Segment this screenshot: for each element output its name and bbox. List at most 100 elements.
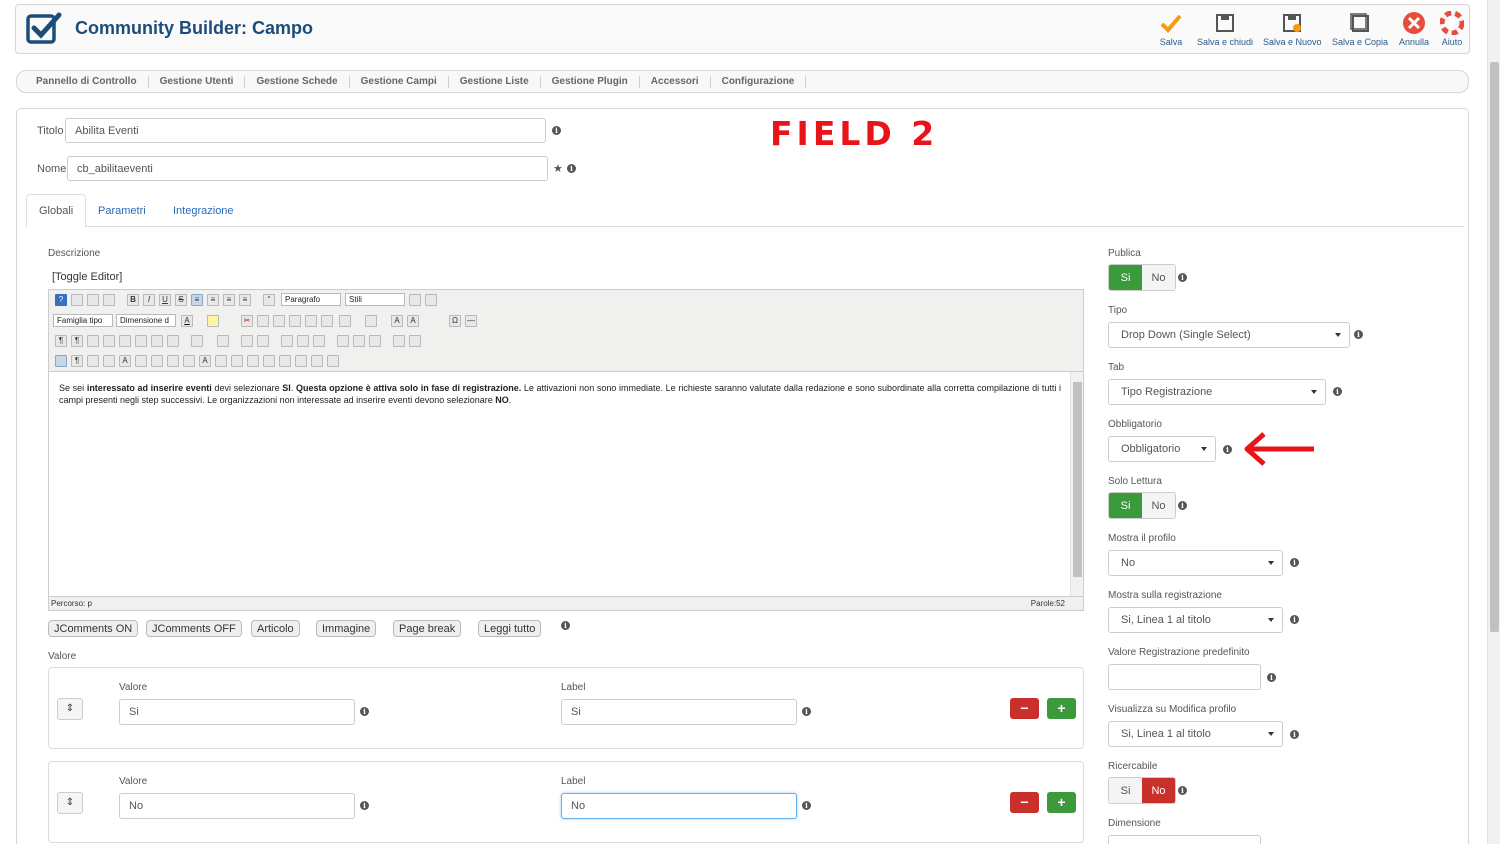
valore-input[interactable]: No bbox=[119, 793, 355, 819]
toggle-si[interactable]: Si bbox=[1109, 493, 1142, 518]
help-button[interactable]: Aiuto bbox=[1440, 11, 1464, 47]
article-button[interactable]: Articolo bbox=[251, 620, 300, 637]
abbr-icon[interactable] bbox=[135, 355, 147, 367]
save-new-button[interactable]: Salva e Nuovo bbox=[1263, 11, 1322, 47]
insert-file-icon[interactable] bbox=[87, 355, 99, 367]
add-row-button[interactable]: + bbox=[1047, 698, 1076, 719]
attribs-icon[interactable] bbox=[215, 355, 227, 367]
move-icon[interactable] bbox=[247, 355, 259, 367]
col-remove-icon[interactable] bbox=[369, 335, 381, 347]
nav-item-campi[interactable]: Gestione Campi bbox=[350, 75, 449, 88]
sort-handle-icon[interactable]: ⇕ bbox=[57, 698, 83, 720]
nav-item-plugin[interactable]: Gestione Plugin bbox=[541, 75, 640, 88]
split-cells-icon[interactable] bbox=[393, 335, 405, 347]
toggle-si[interactable]: Si bbox=[1109, 265, 1142, 290]
col-before-icon[interactable] bbox=[337, 335, 349, 347]
image-button[interactable]: Immagine bbox=[316, 620, 377, 637]
nav-item-configurazione[interactable]: Configurazione bbox=[711, 75, 807, 88]
nav-item-accessori[interactable]: Accessori bbox=[640, 75, 711, 88]
remove-row-button[interactable]: − bbox=[1010, 792, 1039, 813]
paste-word-icon[interactable] bbox=[305, 315, 317, 327]
publica-toggle[interactable]: Si No bbox=[1108, 264, 1176, 291]
dimensione-input[interactable] bbox=[1108, 835, 1261, 844]
row-before-icon[interactable] bbox=[281, 335, 293, 347]
acronym-icon[interactable] bbox=[151, 355, 163, 367]
form-icon[interactable] bbox=[103, 355, 115, 367]
page-scrollbar[interactable] bbox=[1487, 0, 1500, 844]
ricercabile-toggle[interactable]: Si No bbox=[1108, 777, 1176, 804]
cancel-button[interactable]: Annulla bbox=[1399, 11, 1429, 47]
toggle-si[interactable]: Si bbox=[1109, 778, 1142, 803]
jcomments-off-button[interactable]: JComments OFF bbox=[146, 620, 242, 637]
font-size-select[interactable]: Dimensione d bbox=[116, 314, 176, 327]
italic-icon[interactable]: I bbox=[143, 294, 155, 306]
brush-icon[interactable] bbox=[425, 294, 437, 306]
row-delete-icon[interactable] bbox=[257, 335, 269, 347]
nav-item-schede[interactable]: Gestione Schede bbox=[245, 75, 350, 88]
obbligatorio-select[interactable]: Obbligatorio bbox=[1108, 436, 1216, 462]
ltr-icon[interactable]: ¶ bbox=[55, 335, 67, 347]
align-center-icon[interactable]: ≡ bbox=[207, 294, 219, 306]
tab-select[interactable]: Tipo Registrazione bbox=[1108, 379, 1326, 405]
preview-icon[interactable] bbox=[103, 335, 115, 347]
highlight-icon[interactable] bbox=[207, 315, 219, 327]
visual-aid-icon[interactable] bbox=[55, 355, 67, 367]
template-icon[interactable] bbox=[119, 335, 131, 347]
editor-scrollbar[interactable] bbox=[1070, 372, 1083, 597]
redo-icon[interactable] bbox=[103, 294, 115, 306]
nome-input[interactable]: cb_abilitaeventi bbox=[67, 156, 548, 181]
align-justify-icon[interactable]: ≡ bbox=[239, 294, 251, 306]
toggle-no[interactable]: No bbox=[1142, 493, 1175, 518]
undo-icon[interactable] bbox=[87, 294, 99, 306]
superscript-icon[interactable]: A bbox=[407, 315, 419, 327]
rtl-icon[interactable]: ¶ bbox=[71, 335, 83, 347]
nav-item-utenti[interactable]: Gestione Utenti bbox=[149, 75, 246, 88]
bullet-list-icon[interactable] bbox=[365, 315, 377, 327]
find-icon[interactable] bbox=[151, 335, 163, 347]
replace-icon[interactable] bbox=[167, 335, 179, 347]
label-input[interactable]: Si bbox=[561, 699, 797, 725]
label-input[interactable]: No bbox=[561, 793, 797, 819]
media-icon[interactable] bbox=[295, 355, 307, 367]
cite-icon[interactable]: A bbox=[199, 355, 211, 367]
new-document-icon[interactable] bbox=[71, 294, 83, 306]
format-select[interactable]: Paragrafo bbox=[281, 293, 341, 306]
page-break-button[interactable]: Page break bbox=[393, 620, 462, 637]
nav-item-pannello[interactable]: Pannello di Controllo bbox=[25, 75, 149, 88]
styleprops-icon[interactable]: A bbox=[119, 355, 131, 367]
tab-globali[interactable]: Globali bbox=[26, 194, 87, 228]
omega-icon[interactable]: Ω bbox=[449, 315, 461, 327]
save-button[interactable]: Salva bbox=[1159, 11, 1183, 47]
scrollbar-thumb[interactable] bbox=[1490, 62, 1499, 632]
editor-content[interactable]: Se sei interessato ad inserire eventi de… bbox=[59, 382, 1061, 406]
image-icon[interactable] bbox=[279, 355, 291, 367]
underline-icon[interactable]: U bbox=[159, 294, 171, 306]
help-icon[interactable]: ? bbox=[55, 294, 67, 306]
valore-input[interactable]: Si bbox=[119, 699, 355, 725]
tipo-select[interactable]: Drop Down (Single Select) bbox=[1108, 322, 1350, 348]
table-icon[interactable] bbox=[191, 335, 203, 347]
save-close-button[interactable]: Salva e chiudi bbox=[1197, 11, 1253, 47]
toggle-no[interactable]: No bbox=[1142, 778, 1175, 803]
visualizza-modifica-select[interactable]: Si, Linea 1 al titolo bbox=[1108, 721, 1283, 747]
save-copy-button[interactable]: Salva e Copia bbox=[1332, 11, 1388, 47]
styles-select[interactable]: Stili bbox=[345, 293, 405, 306]
indent-icon[interactable] bbox=[321, 315, 333, 327]
solo-lettura-toggle[interactable]: Si No bbox=[1108, 492, 1176, 519]
font-family-select[interactable]: Famiglia tipo bbox=[53, 314, 113, 327]
pagebreak-icon[interactable] bbox=[327, 355, 339, 367]
mostra-profilo-select[interactable]: No bbox=[1108, 550, 1283, 576]
remove-row-button[interactable]: − bbox=[1010, 698, 1039, 719]
del-icon[interactable] bbox=[167, 355, 179, 367]
strikethrough-icon[interactable]: S bbox=[175, 294, 187, 306]
nav-item-liste[interactable]: Gestione Liste bbox=[449, 75, 541, 88]
row-insert-icon[interactable] bbox=[241, 335, 253, 347]
valore-registrazione-input[interactable] bbox=[1108, 664, 1261, 690]
col-after-icon[interactable] bbox=[353, 335, 365, 347]
mostra-registrazione-select[interactable]: Si, Linea 1 al titolo bbox=[1108, 607, 1283, 633]
fullscreen-icon[interactable] bbox=[87, 335, 99, 347]
ordered-list-icon[interactable] bbox=[339, 315, 351, 327]
clean-icon[interactable] bbox=[409, 294, 421, 306]
print-icon[interactable] bbox=[135, 335, 147, 347]
tab-integrazione[interactable]: Integrazione bbox=[161, 194, 246, 227]
